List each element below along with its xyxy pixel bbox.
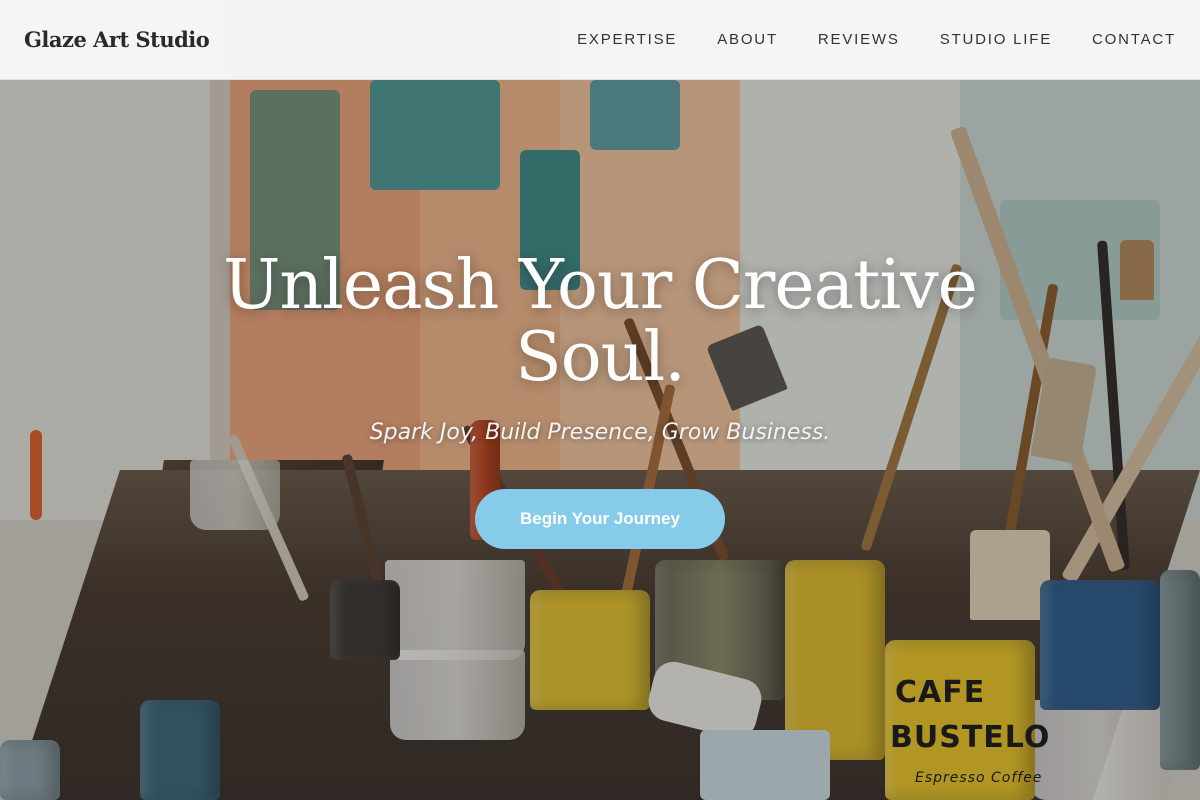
- nav-link-expertise[interactable]: EXPERTISE: [577, 31, 677, 48]
- site-header: Glaze Art Studio EXPERTISE ABOUT REVIEWS…: [0, 0, 1200, 80]
- nav-link-contact[interactable]: CONTACT: [1092, 31, 1176, 48]
- begin-journey-button[interactable]: Begin Your Journey: [475, 489, 725, 549]
- brand-logo[interactable]: Glaze Art Studio: [24, 27, 210, 52]
- hero-section: Unleash Your Creative Soul. Spark Joy, B…: [0, 250, 1200, 549]
- hero-title: Unleash Your Creative Soul.: [223, 246, 978, 397]
- nav-link-about[interactable]: ABOUT: [717, 31, 778, 48]
- main-nav: EXPERTISE ABOUT REVIEWS STUDIO LIFE CONT…: [577, 31, 1176, 48]
- hero-subtitle: Spark Joy, Build Presence, Grow Business…: [369, 420, 831, 445]
- nav-link-reviews[interactable]: REVIEWS: [818, 31, 900, 48]
- nav-link-studio-life[interactable]: STUDIO LIFE: [940, 31, 1052, 48]
